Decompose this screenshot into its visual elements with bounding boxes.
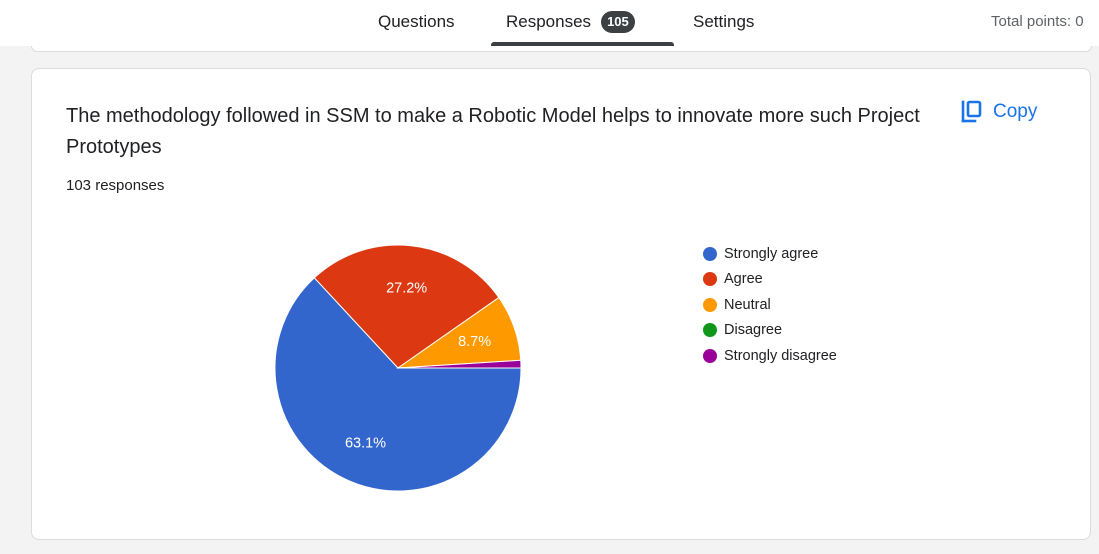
legend-swatch bbox=[703, 246, 717, 261]
tab-questions-label: Questions bbox=[378, 12, 455, 31]
question-summary-card: The methodology followed in SSM to make … bbox=[31, 68, 1091, 540]
pie-label-agree: 27.2% bbox=[386, 280, 427, 296]
pie-label-strongly-agree: 63.1% bbox=[345, 435, 386, 451]
tab-responses[interactable]: Responses 105 bbox=[506, 0, 635, 46]
tab-responses-label: Responses bbox=[506, 12, 592, 31]
legend-item-agree: Agree bbox=[703, 267, 837, 293]
copy-label: Copy bbox=[993, 101, 1038, 122]
legend-swatch bbox=[703, 323, 717, 338]
legend-label: Disagree bbox=[724, 322, 783, 339]
previous-card-edge bbox=[31, 46, 1092, 52]
tab-settings[interactable]: Settings bbox=[693, 0, 754, 46]
top-nav-bar: Questions Responses 105 Settings Total po… bbox=[0, 0, 1099, 46]
legend-swatch bbox=[703, 297, 717, 312]
copy-icon bbox=[961, 100, 982, 123]
legend-item-neutral: Neutral bbox=[703, 292, 837, 318]
pie-chart: 63.1% 27.2% 8.7% bbox=[274, 244, 522, 492]
legend-swatch bbox=[703, 348, 717, 363]
legend-label: Neutral bbox=[724, 296, 771, 313]
copy-chart-button[interactable]: Copy bbox=[960, 97, 1037, 127]
tab-questions[interactable]: Questions bbox=[378, 0, 455, 46]
legend-label: Strongly agree bbox=[724, 245, 819, 262]
legend-label: Agree bbox=[724, 271, 763, 288]
tab-settings-label: Settings bbox=[693, 12, 755, 31]
total-points: Total points: 0 bbox=[991, 13, 1084, 30]
responses-count-badge: 105 bbox=[601, 11, 635, 33]
legend-item-strongly-disagree: Strongly disagree bbox=[703, 343, 837, 369]
legend-label: Strongly disagree bbox=[724, 347, 837, 364]
legend-item-strongly-agree: Strongly agree bbox=[703, 241, 837, 267]
chart-legend: Strongly agree Agree Neutral Disagree Strong… bbox=[703, 241, 837, 369]
legend-item-disagree: Disagree bbox=[703, 318, 837, 344]
pie-label-neutral: 8.7% bbox=[458, 334, 491, 350]
legend-swatch bbox=[703, 272, 717, 287]
